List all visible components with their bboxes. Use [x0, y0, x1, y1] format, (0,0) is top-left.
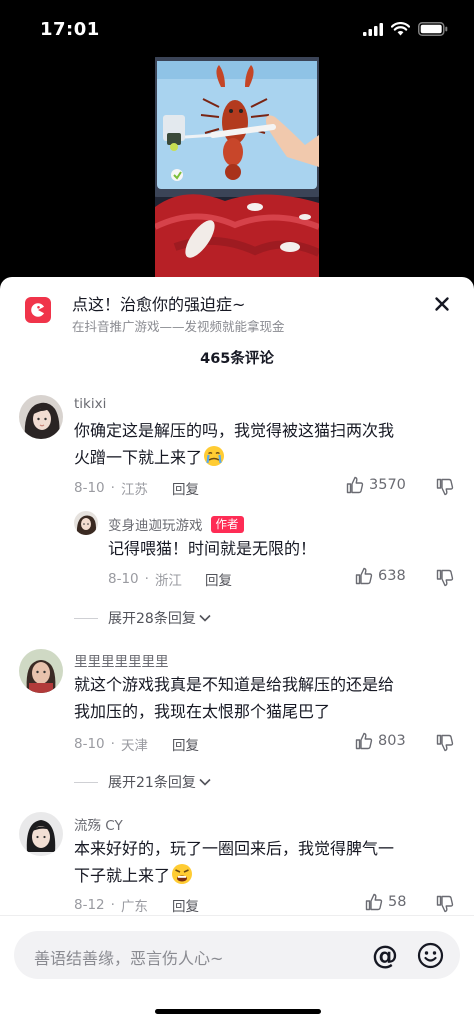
expand-replies-label: 展开28条回复: [108, 611, 196, 627]
home-indicator: [155, 1009, 321, 1014]
comment-text-line-with-emoji: 下子就上来了: [74, 862, 394, 889]
ad-app-logo: [25, 297, 51, 323]
comment-sheet: 点这！治愈你的强迫症~ 在抖音推广游戏——发视频就能拿现金 465条评论 tik…: [0, 277, 474, 1025]
like-button[interactable]: 58: [365, 893, 406, 911]
close-icon[interactable]: [430, 292, 454, 316]
avatar[interactable]: [19, 395, 63, 439]
emoji-picker-icon[interactable]: [417, 942, 444, 973]
comment-text-line: 我加压的，我现在太恨那个猫尾巴了: [74, 702, 331, 721]
thumbs-up-icon: [355, 732, 373, 750]
avatar[interactable]: [19, 812, 63, 856]
like-count: 58: [388, 894, 407, 910]
comment-text-line: 就这个游戏我真是不知道是给我解压的还是给: [74, 675, 395, 694]
reply-button[interactable]: 回复: [172, 895, 199, 915]
meta-separator: ·: [110, 736, 115, 752]
crying-emoji-icon: [204, 446, 225, 466]
video-area[interactable]: [0, 57, 474, 279]
reply-date: 8-10: [108, 571, 139, 587]
comment-location: 广东: [120, 899, 148, 915]
ad-title[interactable]: 点这！治愈你的强迫症~: [72, 291, 245, 315]
meta-separator: ·: [144, 571, 149, 587]
meta-separator: ·: [110, 897, 115, 913]
comment-location: 江苏: [120, 482, 148, 498]
thumbs-up-icon: [346, 476, 364, 494]
comment-text-line: 下子就上来了: [74, 866, 171, 885]
video-scene-image: [155, 57, 319, 279]
thumbs-down-icon: [436, 569, 454, 587]
thumbs-down-icon: [436, 734, 454, 752]
expand-divider: [74, 617, 98, 619]
reply-meta: 8-10 · 浙江: [108, 569, 182, 589]
mention-button[interactable]: @: [372, 941, 398, 971]
comment-text-line: 本来好好的，玩了一圈回来后，我觉得脾气一: [74, 839, 395, 858]
comment-date: 8-10: [74, 736, 105, 752]
chevron-down-icon: [199, 778, 211, 786]
comment-location: 天津: [120, 738, 148, 754]
reply-location: 浙江: [154, 573, 182, 589]
avatar[interactable]: [19, 649, 63, 693]
comment-date: 8-12: [74, 897, 105, 913]
status-icons: [363, 22, 448, 36]
comment-item: 里里里里里里里 就这个游戏我真是不知道是给我解压的还是给 我加压的，我现在太恨那…: [0, 647, 474, 792]
comment-date: 8-10: [74, 480, 105, 496]
comment-meta: 8-12 · 广东: [74, 895, 148, 915]
dislike-button[interactable]: [436, 895, 454, 917]
thumbs-down-icon: [436, 478, 454, 496]
comment-text: 你确定这是解压的吗，我觉得被这猫扫两次我 火蹭一下就上来了: [74, 417, 394, 471]
comment-text-line: 你确定这是解压的吗，我觉得被这猫扫两次我: [74, 421, 395, 440]
angry-emoji-icon: [172, 864, 193, 884]
comment-text: 本来好好的，玩了一圈回来后，我觉得脾气一 下子就上来了: [74, 835, 394, 889]
cellular-signal-icon: [363, 22, 383, 36]
comment-text-line-with-emoji: 火蹭一下就上来了: [74, 444, 394, 471]
like-count: 803: [378, 733, 406, 749]
thumbs-up-icon: [365, 893, 383, 911]
reply-text: 记得喂猫！时间就是无限的！: [108, 539, 317, 558]
expand-replies-button[interactable]: 展开21条回复: [74, 772, 212, 792]
video-thumbnail[interactable]: [155, 57, 319, 279]
dislike-button[interactable]: [436, 734, 454, 756]
expand-divider: [74, 781, 98, 783]
comment-meta: 8-10 · 江苏: [74, 478, 148, 498]
reply-button[interactable]: 回复: [172, 478, 199, 498]
comment-input-placeholder[interactable]: 善语结善缘，恶言伤人心~: [34, 945, 223, 969]
comment-author[interactable]: 里里里里里里里: [74, 650, 169, 670]
like-count: 3570: [369, 477, 406, 493]
reply-author[interactable]: 变身迪迦玩游戏: [108, 518, 203, 534]
reply-button[interactable]: 回复: [172, 734, 199, 754]
comment-input-bar: 善语结善缘，恶言伤人心~ @: [0, 915, 474, 1025]
dislike-button[interactable]: [436, 478, 454, 500]
comment-item: tikixi 你确定这是解压的吗，我觉得被这猫扫两次我 火蹭一下就上来了 8-1…: [0, 391, 474, 627]
comment-text: 就这个游戏我真是不知道是给我解压的还是给 我加压的，我现在太恨那个猫尾巴了: [74, 671, 394, 725]
comment-text-line: 火蹭一下就上来了: [74, 448, 203, 467]
like-button[interactable]: 3570: [346, 476, 406, 494]
comment-meta: 8-10 · 天津: [74, 734, 148, 754]
ad-subtitle[interactable]: 在抖音推广游戏——发视频就能拿现金: [72, 316, 285, 335]
comment-item: 流殇 CY 本来好好的，玩了一圈回来后，我觉得脾气一 下子就上来了 8-12 ·…: [0, 812, 474, 922]
author-badge: 作者: [210, 516, 244, 533]
reply-author-row: 变身迪迦玩游戏 作者: [108, 514, 244, 534]
reply-avatar[interactable]: [74, 511, 98, 535]
chevron-down-icon: [199, 614, 211, 622]
comment-count-title: 465条评论: [200, 351, 274, 367]
expand-replies-label: 展开21条回复: [108, 775, 196, 791]
like-button[interactable]: 638: [355, 567, 406, 585]
wifi-icon: [391, 22, 410, 36]
like-button[interactable]: 803: [355, 732, 406, 750]
like-count: 638: [378, 568, 406, 584]
thumbs-up-icon: [355, 567, 373, 585]
comment-input[interactable]: 善语结善缘，恶言伤人心~ @: [14, 931, 460, 979]
battery-icon: [418, 22, 448, 36]
thumbs-down-icon: [436, 895, 454, 913]
dislike-button[interactable]: [436, 569, 454, 591]
expand-replies-button[interactable]: 展开28条回复: [74, 608, 212, 628]
reply-button[interactable]: 回复: [205, 569, 232, 589]
comment-author[interactable]: tikixi: [74, 396, 106, 412]
status-time: 17:01: [40, 19, 100, 40]
status-bar: 17:01: [0, 0, 474, 60]
comment-author[interactable]: 流殇 CY: [74, 814, 123, 834]
ad-banner[interactable]: 点这！治愈你的强迫症~ 在抖音推广游戏——发视频就能拿现金: [0, 277, 474, 339]
meta-separator: ·: [110, 480, 115, 496]
